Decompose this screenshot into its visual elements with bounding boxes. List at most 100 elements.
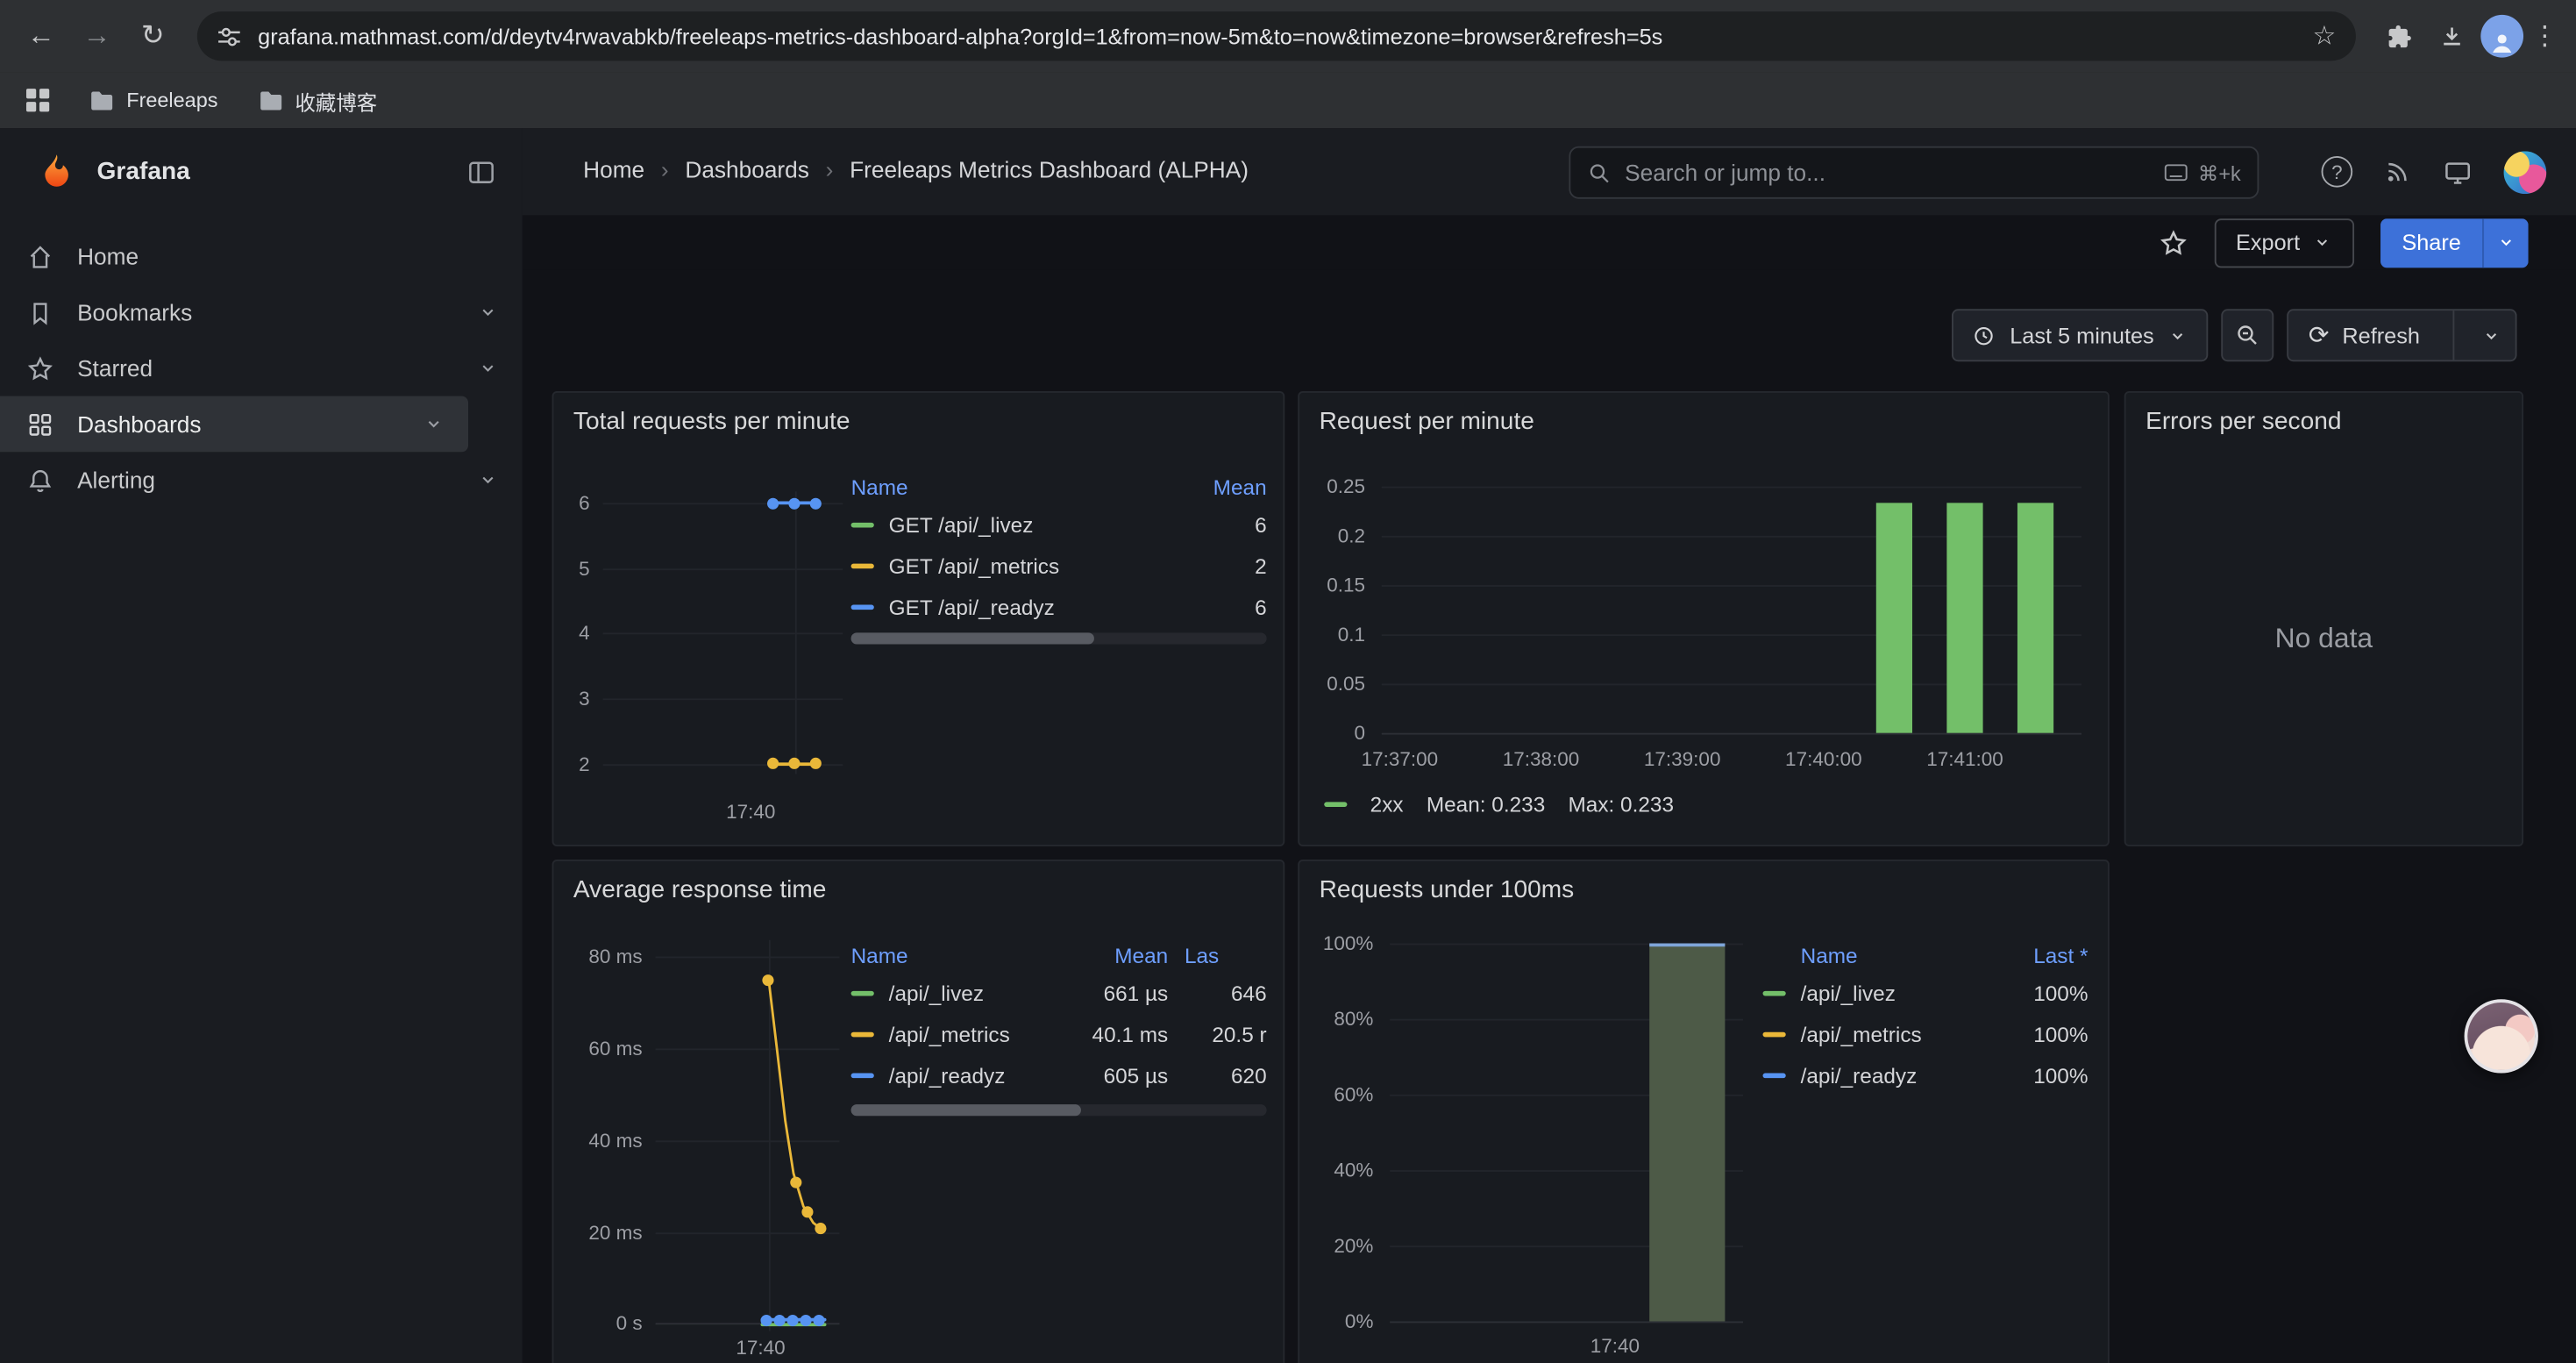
- url-text[interactable]: grafana.mathmast.com/d/deytv4rwavabkb/fr…: [258, 24, 2296, 48]
- legend-col-name[interactable]: Name: [851, 475, 1185, 499]
- x-tick: 17:38:00: [1484, 748, 1598, 771]
- bookmarks-bar: Freeleaps 收藏博客: [0, 72, 2576, 128]
- y-tick: 20%: [1299, 1234, 1373, 1257]
- series-name: GET /api/_readyz: [889, 595, 1185, 619]
- news-rss-icon[interactable]: [2384, 158, 2412, 186]
- data-point: [790, 1177, 801, 1188]
- extensions-icon[interactable]: [2375, 13, 2421, 59]
- scrollbar-thumb[interactable]: [851, 632, 1094, 644]
- breadcrumb-separator: ›: [661, 156, 669, 182]
- site-info-icon[interactable]: [217, 24, 241, 48]
- search-placeholder: Search or jump to...: [1625, 160, 2150, 186]
- top-nav-icons: ?: [2322, 128, 2547, 215]
- favorite-star-icon[interactable]: [2159, 228, 2188, 258]
- legend-row[interactable]: GET /api/_metrics 2: [851, 546, 1267, 587]
- legend-col-last[interactable]: Las: [1168, 943, 1266, 967]
- breadcrumb-current[interactable]: Freeleaps Metrics Dashboard (ALPHA): [850, 156, 1249, 182]
- chevron-down-icon[interactable]: [476, 301, 499, 324]
- chevron-down-icon[interactable]: [423, 412, 445, 435]
- bar-2xx: [2017, 503, 2053, 732]
- assistant-avatar[interactable]: [2465, 999, 2538, 1073]
- series-last: 20.5 r: [1168, 1022, 1266, 1046]
- sidebar-item-home[interactable]: Home: [0, 228, 523, 284]
- refresh-interval-caret[interactable]: [2467, 310, 2515, 360]
- share-menu-caret[interactable]: [2482, 218, 2528, 267]
- screenshot-root: ← → ↻ grafana.mathmast.com/d/deytv4rwava…: [0, 0, 2576, 1363]
- legend-col-last[interactable]: Last *: [1989, 943, 2088, 967]
- y-tick: 60%: [1299, 1083, 1373, 1106]
- x-tick: 17:40:00: [1766, 748, 1881, 771]
- browser-back-icon[interactable]: ←: [17, 11, 66, 61]
- breadcrumb-dashboards[interactable]: Dashboards: [685, 156, 808, 182]
- address-bar[interactable]: grafana.mathmast.com/d/deytv4rwavabkb/fr…: [197, 11, 2356, 61]
- bookmark-folder-blogs[interactable]: 收藏博客: [244, 78, 390, 123]
- monitor-icon[interactable]: [2443, 157, 2473, 187]
- sidebar-item-bookmarks[interactable]: Bookmarks: [0, 284, 523, 340]
- time-range-picker[interactable]: Last 5 minutes: [1953, 309, 2209, 361]
- chevron-down-icon[interactable]: [476, 357, 499, 380]
- data-point: [801, 1206, 813, 1217]
- sidebar-item-starred[interactable]: Starred: [0, 340, 523, 396]
- legend-col-name[interactable]: Name: [1763, 943, 1990, 967]
- scrollbar-thumb[interactable]: [851, 1104, 1081, 1116]
- series-color-swatch: [1324, 802, 1347, 807]
- series-mean: 661 µs: [1063, 981, 1168, 1006]
- sidebar-toggle-icon[interactable]: [466, 157, 496, 187]
- legend-table: Name Mean Las /api/_livez 661 µs 646 /ap…: [851, 937, 1267, 1096]
- series-name: 2xx: [1370, 792, 1404, 817]
- grafana-logo[interactable]: [36, 151, 77, 192]
- export-button[interactable]: Export: [2215, 218, 2354, 267]
- series-color-swatch: [851, 564, 874, 569]
- user-avatar[interactable]: [2504, 150, 2547, 193]
- gridline: [1382, 487, 2081, 489]
- browser-forward-icon[interactable]: →: [72, 11, 121, 61]
- search-input[interactable]: Search or jump to... ⌘+k: [1569, 146, 2259, 199]
- legend-row[interactable]: /api/_metrics 100%: [1763, 1014, 2089, 1055]
- legend-row[interactable]: /api/_readyz 100%: [1763, 1055, 2089, 1096]
- legend-row[interactable]: /api/_livez 100%: [1763, 973, 2089, 1014]
- legend-scrollbar[interactable]: [851, 1104, 1267, 1116]
- help-icon[interactable]: ?: [2322, 156, 2353, 188]
- browser-reload-icon[interactable]: ↻: [128, 11, 177, 61]
- time-controls: Last 5 minutes ⟳ Refresh: [1953, 309, 2517, 361]
- legend-col-name[interactable]: Name: [851, 943, 1064, 967]
- legend-header: Name Last *: [1763, 937, 2089, 973]
- y-tick: 0.15: [1299, 574, 1365, 596]
- share-button[interactable]: Share: [2380, 218, 2482, 267]
- sidebar-item-dashboards[interactable]: Dashboards: [0, 396, 468, 453]
- legend-row[interactable]: /api/_metrics 40.1 ms 20.5 r: [851, 1014, 1267, 1055]
- legend-col-mean[interactable]: Mean: [1063, 943, 1168, 967]
- browser-menu-icon[interactable]: ⋮: [2530, 19, 2560, 52]
- dashboard-canvas: Last 5 minutes ⟳ Refresh Total requests …: [523, 269, 2576, 1363]
- refresh-button[interactable]: ⟳ Refresh: [2288, 310, 2439, 360]
- sidebar-item-label: Alerting: [77, 467, 155, 493]
- legend-row[interactable]: GET /api/_readyz 6: [851, 587, 1267, 628]
- bookmark-star-icon[interactable]: ☆: [2313, 19, 2337, 52]
- legend-col-mean[interactable]: Mean: [1185, 475, 1267, 499]
- legend-row[interactable]: /api/_livez 661 µs 646: [851, 973, 1267, 1014]
- downloads-icon[interactable]: [2428, 13, 2473, 59]
- y-tick: 40%: [1299, 1159, 1373, 1181]
- breadcrumb-home[interactable]: Home: [583, 156, 644, 182]
- bookmark-folder-freeleaps[interactable]: Freeleaps: [75, 82, 231, 118]
- sidebar-item-alerting[interactable]: Alerting: [0, 452, 523, 508]
- chevron-down-icon[interactable]: [476, 468, 499, 491]
- sidebar-header: Grafana: [0, 128, 523, 215]
- x-tick: 17:40: [1557, 1334, 1672, 1357]
- legend-row[interactable]: GET /api/_livez 6: [851, 504, 1267, 546]
- bar-chart-plot[interactable]: 0.25 0.2 0.15 0.1 0.05 0 17:37:00 17:38:…: [1299, 393, 2108, 845]
- breadcrumb-separator: ›: [826, 156, 834, 182]
- apps-grid-icon[interactable]: [26, 89, 49, 111]
- zoom-out-icon: [2235, 322, 2261, 348]
- series-color-swatch: [1763, 1032, 1786, 1038]
- x-axis-line: [1382, 733, 2081, 735]
- legend-inline[interactable]: 2xx Mean: 0.233 Max: 0.233: [1324, 792, 1674, 817]
- gridline: [603, 698, 843, 700]
- browser-profile-avatar[interactable]: [2480, 15, 2523, 58]
- grafana-sidebar: Grafana Home Bookmarks Starred D: [0, 128, 523, 1363]
- legend-scrollbar[interactable]: [851, 632, 1267, 644]
- legend-row[interactable]: /api/_readyz 605 µs 620: [851, 1055, 1267, 1096]
- series-name: /api/_metrics: [889, 1022, 1064, 1046]
- panel-title[interactable]: Errors per second: [2126, 393, 2523, 451]
- zoom-out-button[interactable]: [2222, 309, 2274, 361]
